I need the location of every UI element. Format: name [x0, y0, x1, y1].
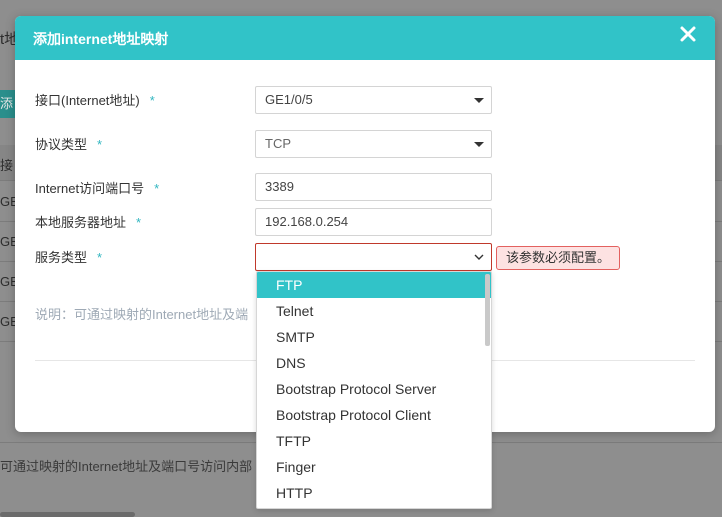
caret-down-icon	[474, 98, 484, 103]
dropdown-option-dns[interactable]: DNS	[257, 350, 491, 376]
dialog-note: 说明：可通过映射的Internet地址及端	[35, 307, 249, 322]
service-type-label: 服务类型 *	[35, 250, 103, 265]
error-tooltip: 该参数必须配置。	[496, 246, 621, 270]
dropdown-option-tftp[interactable]: TFTP	[257, 428, 491, 454]
chevron-down-icon	[474, 254, 484, 260]
interface-select[interactable]: GE1/0/5	[255, 86, 492, 114]
background-scrollbar	[0, 512, 135, 517]
background-footer-text: 可通过映射的Internet地址及端口号访问内部	[0, 459, 253, 474]
internet-port-input[interactable]: 3389	[255, 173, 492, 201]
internet-port-label: Internet访问端口号 *	[35, 181, 160, 196]
required-mark: *	[136, 215, 142, 230]
dropdown-scrollbar[interactable]	[485, 274, 490, 346]
close-button[interactable]	[679, 25, 701, 47]
required-mark: *	[154, 181, 160, 196]
close-icon	[680, 26, 696, 42]
required-mark: *	[97, 250, 103, 265]
interface-label: 接口(Internet地址) *	[35, 93, 155, 108]
dropdown-option-telnet[interactable]: Telnet	[257, 298, 491, 324]
dropdown-option-ftp[interactable]: FTP	[257, 272, 491, 298]
required-mark: *	[97, 137, 103, 152]
dropdown-option-smtp[interactable]: SMTP	[257, 324, 491, 350]
service-type-select[interactable]	[255, 243, 492, 271]
dropdown-option-finger[interactable]: Finger	[257, 454, 491, 480]
dropdown-option-bootstrap-client[interactable]: Bootstrap Protocol Client	[257, 402, 491, 428]
protocol-label: 协议类型 *	[35, 137, 103, 152]
service-type-dropdown[interactable]: FTP Telnet SMTP DNS Bootstrap Protocol S…	[256, 271, 492, 509]
dropdown-option-http[interactable]: HTTP	[257, 480, 491, 506]
local-server-input[interactable]: 192.168.0.254	[255, 208, 492, 236]
dialog-header: 添加internet地址映射	[15, 16, 715, 60]
dialog-title: 添加internet地址映射	[33, 31, 169, 47]
required-mark: *	[149, 93, 155, 108]
dropdown-option-bootstrap-server[interactable]: Bootstrap Protocol Server	[257, 376, 491, 402]
protocol-select[interactable]: TCP	[255, 130, 492, 158]
caret-down-icon	[474, 142, 484, 147]
local-server-label: 本地服务器地址 *	[35, 215, 142, 230]
